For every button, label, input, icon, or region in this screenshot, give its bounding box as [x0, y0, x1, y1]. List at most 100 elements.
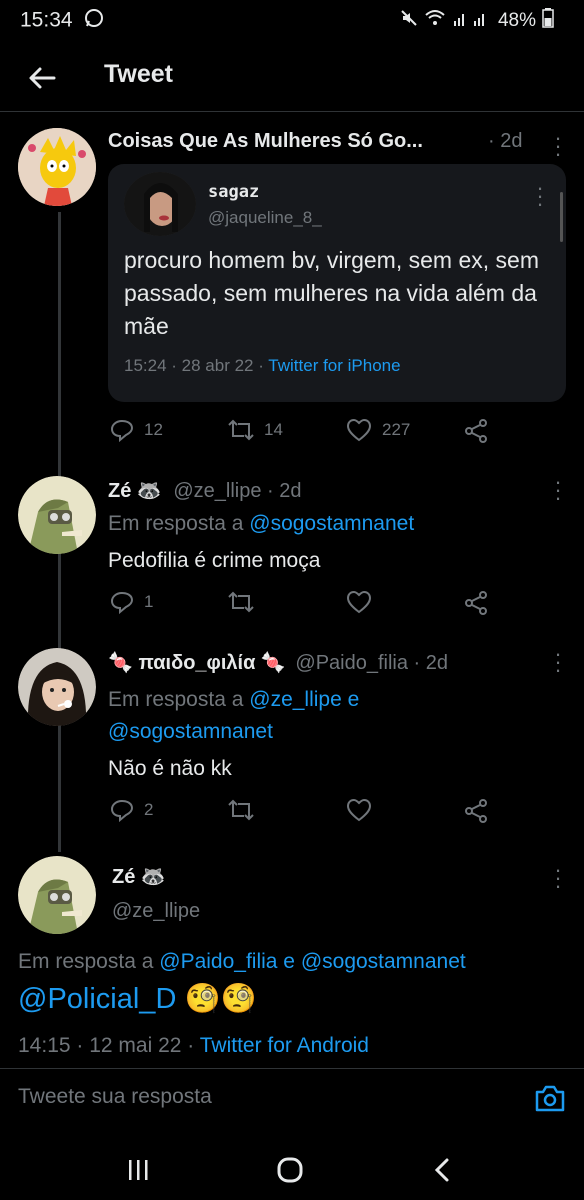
home-icon — [277, 1157, 303, 1183]
nav-back-button[interactable] — [412, 1140, 472, 1200]
share-icon — [465, 591, 487, 615]
tweet3-retweet-button[interactable] — [228, 798, 254, 827]
tweet1-retweet-button[interactable]: 14 — [228, 418, 283, 442]
tweet2-more-icon[interactable]: · · · — [552, 471, 564, 509]
camera-icon — [535, 1085, 565, 1112]
tweet3-header: 🍬 παιδο_φιλία 🍬 @Paido_filia · 2d — [108, 650, 448, 675]
quote-scrollbar — [560, 192, 563, 242]
quote-avatar — [124, 172, 196, 236]
heart-icon — [346, 798, 372, 822]
recent-apps-button[interactable] — [108, 1140, 168, 1200]
quote-meta: 15:24 · 28 abr 22 · Twitter for iPhone — [124, 356, 401, 376]
tweet1-reply-button[interactable]: 12 — [110, 418, 163, 442]
tweet3-more-icon[interactable]: · · · — [552, 643, 564, 681]
status-icons: 48% — [400, 8, 554, 34]
arrow-left-icon — [29, 67, 56, 89]
reply-icon — [110, 799, 134, 822]
tweet2-retweet-button[interactable] — [228, 590, 254, 619]
reply-composer[interactable]: Tweete sua resposta — [0, 1068, 584, 1128]
retweet-icon — [228, 799, 254, 821]
tweet1-reply-count: 12 — [144, 420, 163, 439]
quoted-tweet-card[interactable]: sagaz @jaqueline_8_ · · · procuro homem bv… — [108, 164, 566, 402]
tweet1-retweet-count: 14 — [264, 420, 283, 439]
tweet4-timestamp: 14:15 · 12 mai 22 · — [18, 1034, 195, 1057]
reply-icon — [110, 419, 134, 442]
tweet3-share-button[interactable] — [464, 798, 488, 829]
tweet3-reply-button[interactable]: 2 — [110, 798, 153, 822]
tweet4-author-name[interactable]: Zé 🦝 — [112, 864, 166, 889]
quote-author-name: sagaz — [208, 182, 260, 202]
quote-meta-source[interactable]: Twitter for iPhone — [268, 356, 400, 375]
tweet4-emoji: 🧐🧐 — [184, 983, 257, 1015]
tweet3-reply-context: Em resposta a @ze_llipe e @sogostamnanet — [108, 684, 359, 748]
tweet4-handle: @ze_llipe — [112, 900, 201, 922]
tweet4-reply-context: Em resposta a @Paido_filia e @sogostamna… — [18, 950, 466, 974]
tweet1-like-button[interactable]: 227 — [346, 418, 410, 442]
tweet1-more-icon[interactable]: · · · — [552, 127, 564, 165]
tweet2-reply-context: Em resposta a @sogostamnanet — [108, 512, 414, 536]
tweet4-source[interactable]: Twitter for Android — [200, 1034, 369, 1057]
quote-author-handle: @jaqueline_8_ — [208, 208, 322, 227]
tweet3-reply-prefix: Em resposta a — [108, 688, 244, 711]
tweet4-mention[interactable]: @Policial_D — [18, 983, 176, 1015]
retweet-icon — [228, 591, 254, 613]
tweet2-reply-to[interactable]: @sogostamnanet — [249, 512, 414, 535]
recent-apps-icon — [129, 1160, 148, 1180]
tweet3-text: Não é não kk — [108, 757, 232, 780]
quote-text: procuro homem bv, virgem, sem ex, sem pa… — [124, 247, 539, 339]
battery-icon — [542, 8, 554, 34]
quote-meta-time: 15:24 · 28 abr 22 · — [124, 356, 264, 375]
home-button[interactable] — [260, 1140, 320, 1200]
tweet3-reply-to-2[interactable]: @sogostamnanet — [108, 720, 273, 743]
battery-percent: 48% — [497, 10, 536, 31]
tweet2-like-button[interactable] — [346, 590, 372, 619]
tweet4-reply-to[interactable]: @Paido_filia e @sogostamnanet — [159, 950, 465, 973]
tweet3-handle: @Paido_filia · 2d — [295, 652, 449, 674]
share-icon — [465, 419, 487, 443]
tweet4-more-icon[interactable]: · · · — [552, 859, 564, 897]
back-button[interactable] — [22, 58, 62, 98]
page-title: Tweet — [104, 60, 173, 88]
reply-input[interactable]: Tweete sua resposta — [18, 1085, 212, 1109]
tweet3-author-name[interactable]: 🍬 παιδο_φιλία 🍬 — [108, 652, 286, 674]
avatar-ze[interactable] — [18, 476, 96, 554]
status-bar: 15:34 48% — [0, 0, 584, 40]
wifi-icon — [424, 9, 446, 33]
tweet4-text: @Policial_D 🧐🧐 — [18, 982, 257, 1016]
reply-icon — [110, 591, 134, 614]
share-icon — [465, 799, 487, 823]
camera-button[interactable] — [534, 1083, 566, 1118]
mute-icon — [400, 9, 418, 33]
nav-back-icon — [434, 1158, 449, 1182]
tweet1-like-count: 227 — [382, 420, 411, 439]
tweet4-reply-prefix: Em resposta a — [18, 950, 154, 973]
tweet2-text: Pedofilia é crime moça — [108, 549, 321, 572]
heart-icon — [346, 590, 372, 614]
tweet2-share-button[interactable] — [464, 590, 488, 621]
tweet2-header: Zé 🦝 @ze_llipe · 2d — [108, 478, 302, 503]
tweet3-reply-count: 2 — [144, 800, 154, 819]
tweet2-reply-count: 1 — [144, 592, 154, 611]
signal-icon — [452, 9, 492, 33]
clock: 15:34 — [20, 8, 73, 32]
tweet4-meta: 14:15 · 12 mai 22 · Twitter for Android — [18, 1034, 369, 1058]
whatsapp-icon — [84, 8, 104, 34]
android-navbar — [0, 1140, 584, 1200]
tweet1-time: · 2d — [488, 130, 523, 152]
avatar-paido-filia[interactable] — [18, 648, 96, 726]
tweet2-reply-prefix: Em resposta a — [108, 512, 244, 535]
tweet2-author-name[interactable]: Zé 🦝 — [108, 480, 162, 502]
tweet1-share-button[interactable] — [464, 418, 488, 449]
avatar-coisas[interactable] — [18, 128, 96, 206]
heart-icon — [346, 418, 372, 442]
retweet-icon — [228, 419, 254, 441]
tweet3-like-button[interactable] — [346, 798, 372, 827]
avatar-ze-main[interactable] — [18, 856, 96, 934]
quote-more-icon[interactable]: · · · — [534, 177, 546, 215]
tweet2-reply-button[interactable]: 1 — [110, 590, 153, 614]
tweet1-author-name[interactable]: Coisas Que As Mulheres Só Go... — [108, 130, 423, 153]
header: Tweet — [0, 44, 584, 112]
status-time: 15:34 — [20, 8, 104, 34]
tweet3-reply-to-1[interactable]: @ze_llipe e — [249, 688, 359, 711]
tweet2-handle: @ze_llipe · 2d — [173, 480, 302, 502]
